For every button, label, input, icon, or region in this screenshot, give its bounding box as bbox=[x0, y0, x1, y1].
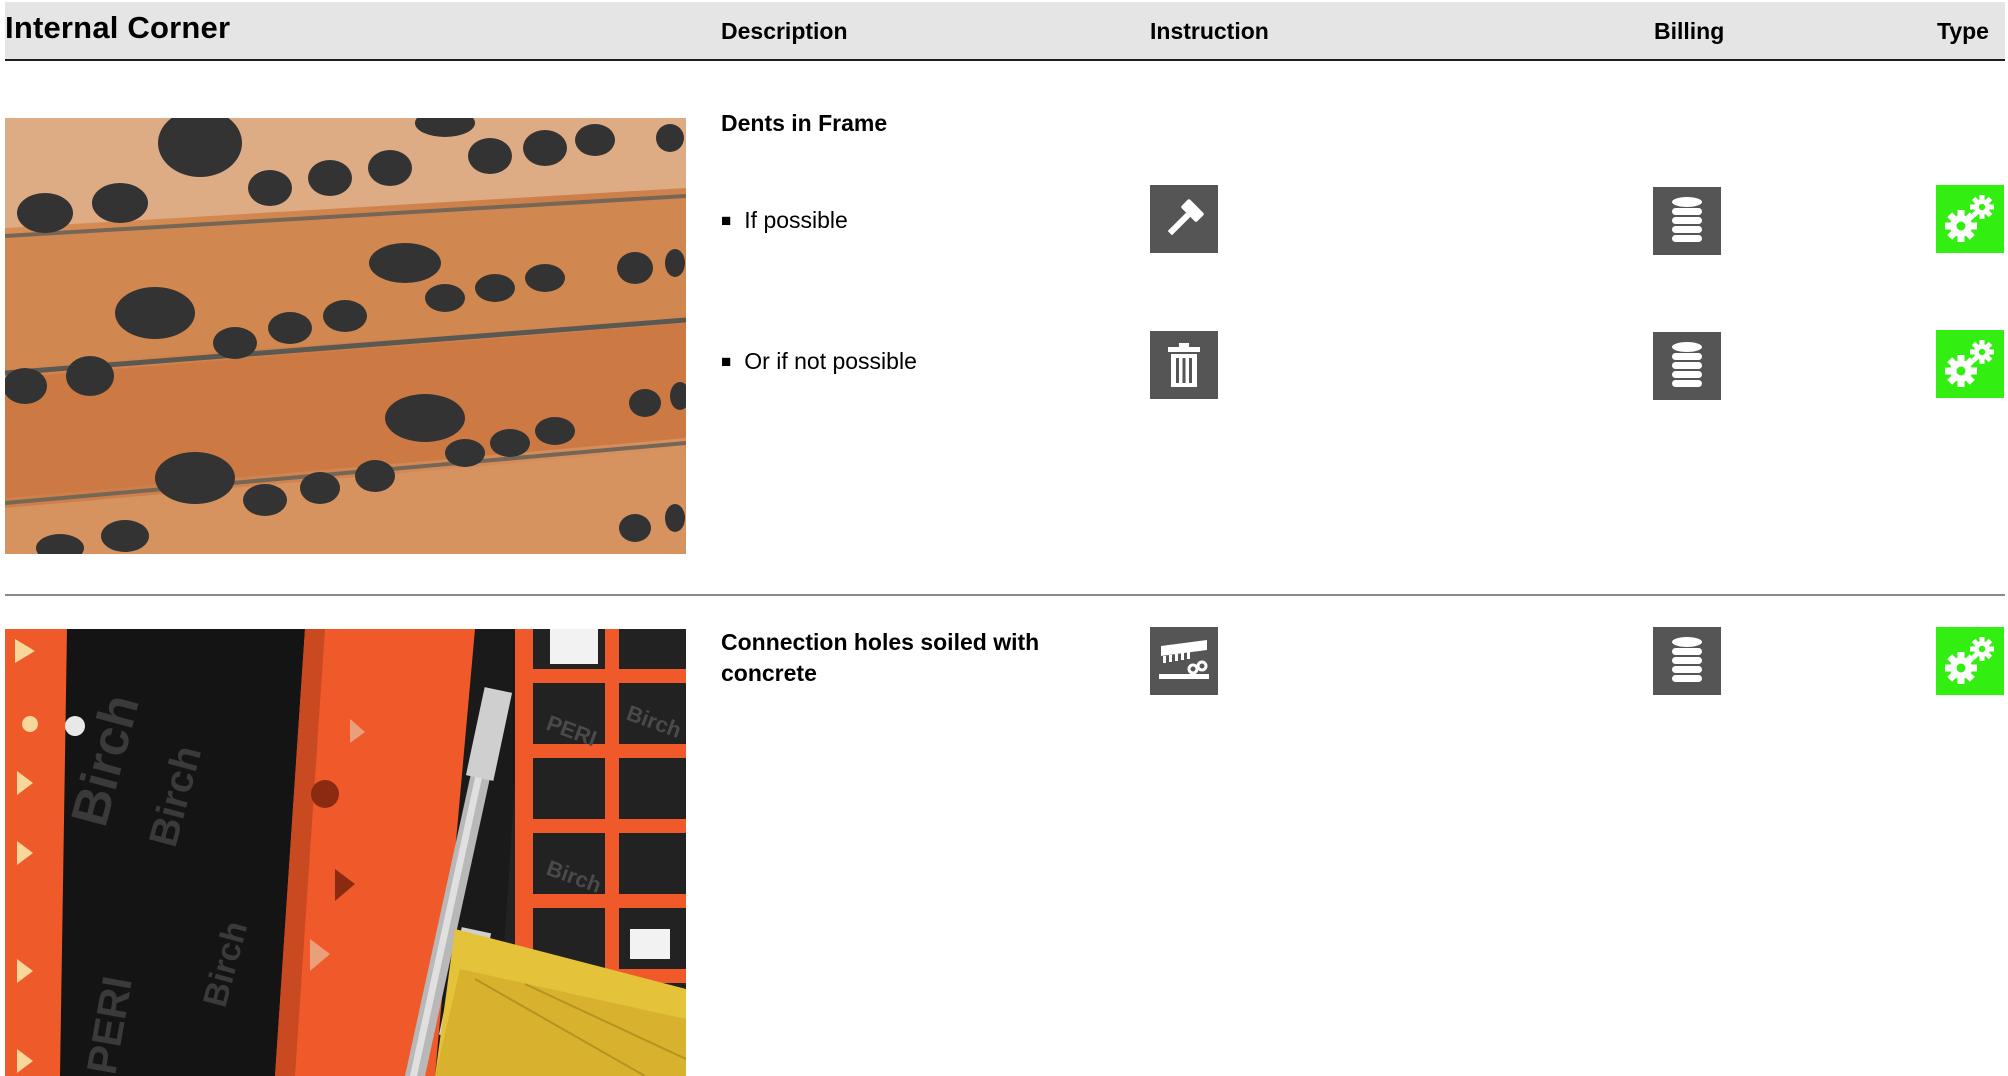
row-heading-line: concrete bbox=[721, 660, 817, 686]
option-text-if-not-possible: Or if not possible bbox=[721, 348, 917, 375]
option-text-if-possible: If possible bbox=[721, 207, 848, 234]
gears-icon bbox=[1936, 185, 2004, 253]
gears-icon bbox=[1936, 330, 2004, 398]
cleaning-machine-icon bbox=[1150, 627, 1218, 695]
coin-stack-icon bbox=[1653, 332, 1721, 400]
row-divider bbox=[5, 594, 2005, 596]
table-header: Internal Corner Description Instruction … bbox=[5, 2, 2005, 61]
coin-stack-icon bbox=[1653, 627, 1721, 695]
formwork-connection-photo: Birch Birch Birch PERI PERI Birch Birch bbox=[5, 629, 686, 1076]
column-header-billing: Billing bbox=[1654, 18, 1725, 44]
page: Internal Corner Description Instruction … bbox=[0, 0, 2008, 1076]
dented-frame-photo bbox=[5, 118, 686, 554]
row-heading-connection-holes: Connection holes soiled with concrete bbox=[721, 627, 1039, 689]
row-heading-line: Connection holes soiled with bbox=[721, 629, 1040, 655]
column-header-description: Description bbox=[721, 18, 848, 44]
row-heading-dents-in-frame: Dents in Frame bbox=[721, 110, 888, 136]
gears-icon bbox=[1936, 627, 2004, 695]
coin-stack-icon bbox=[1653, 187, 1721, 255]
column-header-instruction: Instruction bbox=[1150, 18, 1269, 44]
column-header-type: Type bbox=[1937, 18, 1989, 44]
trash-icon bbox=[1150, 331, 1218, 399]
page-title: Internal Corner bbox=[5, 10, 231, 45]
hammer-icon bbox=[1150, 185, 1218, 253]
